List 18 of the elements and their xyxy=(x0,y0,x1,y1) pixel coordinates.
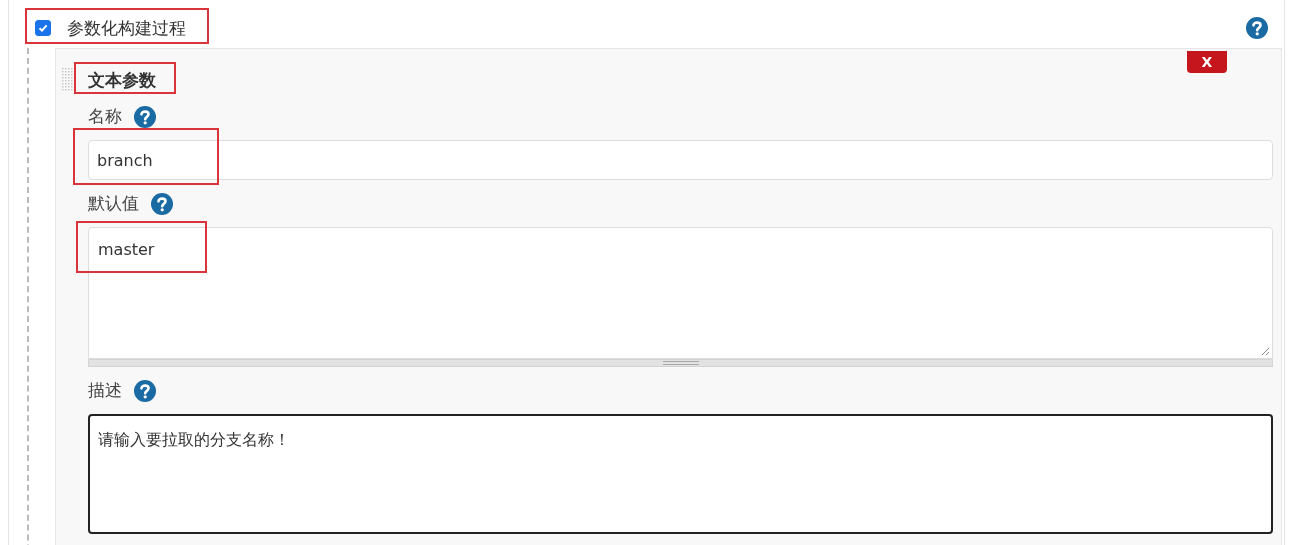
help-icon[interactable] xyxy=(134,105,156,128)
drag-handle-icon[interactable] xyxy=(62,67,74,93)
text-area[interactable]: 请输入要拉取的分支名称！ xyxy=(88,414,1273,534)
text-area[interactable]: master xyxy=(88,227,1273,359)
help-icon[interactable] xyxy=(134,379,156,402)
checkbox[interactable] xyxy=(35,20,51,36)
resize-handle[interactable] xyxy=(88,359,1273,367)
field-label: 名称 xyxy=(88,105,122,128)
section-title: 文本参数 xyxy=(88,69,156,90)
checkbox-label: 参数化构建过程 xyxy=(67,16,186,40)
help-icon[interactable] xyxy=(151,192,173,215)
field-label: 描述 xyxy=(88,379,122,402)
input-field[interactable]: branch xyxy=(88,140,1273,180)
help-icon[interactable] xyxy=(1246,17,1268,39)
resize-grip-icon[interactable] xyxy=(1260,346,1270,356)
delete-button[interactable]: X xyxy=(1187,51,1227,73)
check-icon xyxy=(37,22,49,34)
field-label: 默认值 xyxy=(88,192,139,215)
